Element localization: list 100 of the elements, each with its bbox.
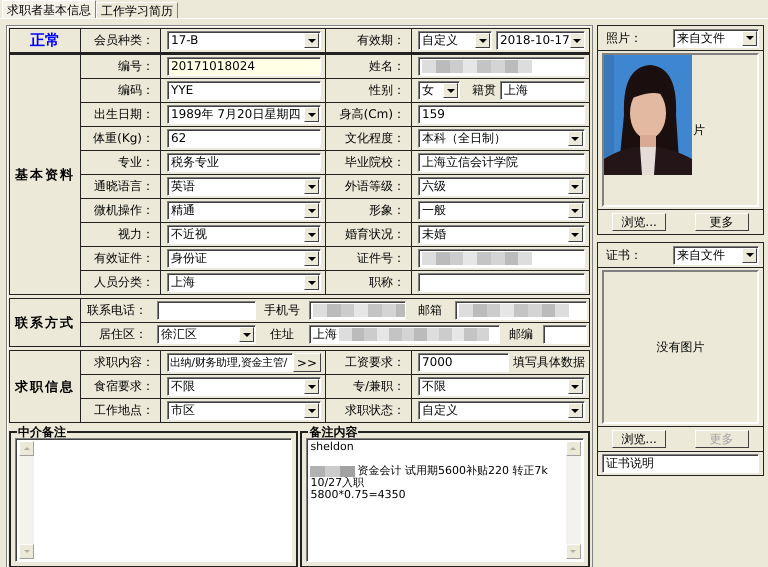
dropdown-arrow-button[interactable]: [304, 379, 319, 394]
text-field[interactable]: 出纳/财务助理,资金主管/: [167, 353, 293, 372]
dropdown[interactable]: 1989年 7月20日星期四: [167, 105, 321, 124]
field-label: 外语等级：: [345, 178, 405, 195]
text-field[interactable]: 上海: [309, 325, 500, 344]
text-field[interactable]: 20171018024: [167, 57, 321, 76]
tab[interactable]: 求职者基本信息: [2, 0, 96, 18]
text-field[interactable]: 7000: [418, 353, 509, 372]
dropdown[interactable]: 精通: [167, 201, 321, 220]
text-field[interactable]: 上海立信会计学院: [418, 153, 585, 172]
field-label: 编号：: [118, 58, 154, 75]
picker-button[interactable]: >>: [292, 353, 321, 372]
note-line: sheldon: [310, 441, 354, 453]
dropdown[interactable]: 自定义: [418, 401, 585, 420]
note-line: 10/27入职: [310, 477, 364, 489]
dropdown[interactable]: 英语: [167, 177, 321, 196]
field-label: 证件号：: [357, 250, 405, 267]
field-label: 照片：: [606, 30, 642, 46]
dropdown-arrow-button[interactable]: [443, 83, 458, 98]
dropdown[interactable]: 17-B: [167, 31, 321, 50]
text-field[interactable]: [418, 249, 585, 268]
dropdown-arrow-button[interactable]: [568, 403, 583, 418]
field-label: 身高(Cm)：: [340, 106, 405, 123]
action-button[interactable]: 浏览...: [612, 430, 666, 448]
field-label: 专/兼职：: [352, 378, 405, 395]
dropdown-arrow-button[interactable]: [304, 107, 319, 122]
dropdown[interactable]: 一般: [418, 201, 585, 220]
scrollbar[interactable]: [19, 441, 34, 559]
text-area[interactable]: [15, 438, 292, 562]
field-label: 手机号: [264, 302, 300, 319]
text-field[interactable]: [309, 301, 406, 320]
text-field[interactable]: [157, 301, 256, 320]
dropdown[interactable]: 2018-10-17: [496, 31, 585, 50]
dropdown-arrow-button[interactable]: [568, 131, 583, 146]
dropdown[interactable]: 上海: [167, 273, 321, 292]
dropdown-arrow-button[interactable]: [568, 203, 583, 218]
dropdown-arrow-button[interactable]: [742, 30, 757, 46]
dropdown[interactable]: 女: [418, 81, 460, 100]
dropdown-arrow-button[interactable]: [568, 379, 583, 394]
scrollbar[interactable]: [566, 441, 581, 559]
dropdown-arrow-button[interactable]: [304, 179, 319, 194]
field-label: 求职状态：: [345, 402, 405, 419]
dropdown[interactable]: 不近视: [167, 225, 321, 244]
text-field[interactable]: 税务专业: [167, 153, 321, 172]
field-label: 求职内容：: [94, 354, 154, 371]
dropdown[interactable]: 自定义: [418, 31, 492, 50]
dropdown-arrow-button[interactable]: [304, 33, 319, 48]
dropdown[interactable]: 不限: [167, 377, 321, 396]
text-field[interactable]: [418, 57, 585, 76]
note-line: 资金会计 试用期5600补贴220 转正7k: [357, 465, 548, 477]
dropdown[interactable]: 本科（全日制）: [418, 129, 585, 148]
dropdown[interactable]: 不限: [418, 377, 585, 396]
dropdown[interactable]: 未婚: [418, 225, 585, 244]
redaction-blur: [310, 466, 356, 476]
text-field[interactable]: 62: [167, 129, 321, 148]
dropdown-arrow-button[interactable]: [568, 179, 583, 194]
dropdown[interactable]: 来自文件: [673, 246, 759, 264]
field-label: 食宿要求：: [94, 378, 154, 395]
field-label: 性别：: [369, 82, 405, 99]
section-title: 联系方式: [15, 314, 75, 332]
field-label: 证书：: [606, 246, 642, 264]
text-area[interactable]: sheldon 资金会计 试用期5600补贴220 转正7k 10/27入职 5800*0.75=4350: [306, 438, 584, 562]
placeholder-text: 片: [692, 122, 705, 138]
field-label: 视力：: [118, 226, 154, 243]
dropdown[interactable]: 徐汇区: [157, 325, 256, 344]
text-field[interactable]: 上海: [500, 81, 585, 100]
text-field[interactable]: [455, 301, 587, 320]
dropdown[interactable]: 身份证: [167, 249, 321, 268]
dropdown-arrow-button[interactable]: [304, 203, 319, 218]
field-label: 有效期：: [357, 32, 405, 49]
dropdown[interactable]: 六级: [418, 177, 585, 196]
hint-text: 填写具体数据: [512, 354, 585, 371]
dropdown-arrow-button[interactable]: [742, 248, 757, 262]
dropdown-arrow-button[interactable]: [475, 33, 490, 48]
dropdown-arrow-button[interactable]: [304, 227, 319, 242]
field-label: 微机操作：: [94, 202, 154, 219]
action-button[interactable]: 更多: [694, 213, 749, 231]
field-label: 专业：: [118, 154, 154, 171]
dropdown-arrow-button[interactable]: [304, 251, 319, 266]
status-text: 正常: [30, 31, 60, 50]
dropdown[interactable]: 市区: [167, 401, 321, 420]
dropdown-arrow-button[interactable]: [304, 275, 319, 290]
text-field[interactable]: 159: [418, 105, 585, 124]
dropdown-arrow-button[interactable]: [570, 33, 584, 48]
field-value: 上海: [313, 327, 337, 342]
text-field[interactable]: YYE: [167, 81, 321, 100]
dropdown-arrow-button[interactable]: [239, 327, 254, 342]
text-field[interactable]: 证书说明: [602, 454, 759, 473]
note-line: 5800*0.75=4350: [310, 489, 406, 501]
dropdown[interactable]: 来自文件: [673, 28, 759, 48]
field-label: 邮编: [509, 326, 533, 343]
field-label: 通晓语言：: [94, 178, 154, 195]
tab[interactable]: 工作学习简历: [96, 2, 178, 18]
dropdown-arrow-button[interactable]: [568, 227, 583, 242]
action-button[interactable]: 浏览...: [612, 213, 666, 231]
text-field[interactable]: [543, 325, 587, 344]
field-label: 住址: [270, 326, 294, 343]
dropdown-arrow-button[interactable]: [304, 403, 319, 418]
group-title: 备注内容: [308, 426, 358, 438]
text-field[interactable]: [418, 273, 585, 292]
